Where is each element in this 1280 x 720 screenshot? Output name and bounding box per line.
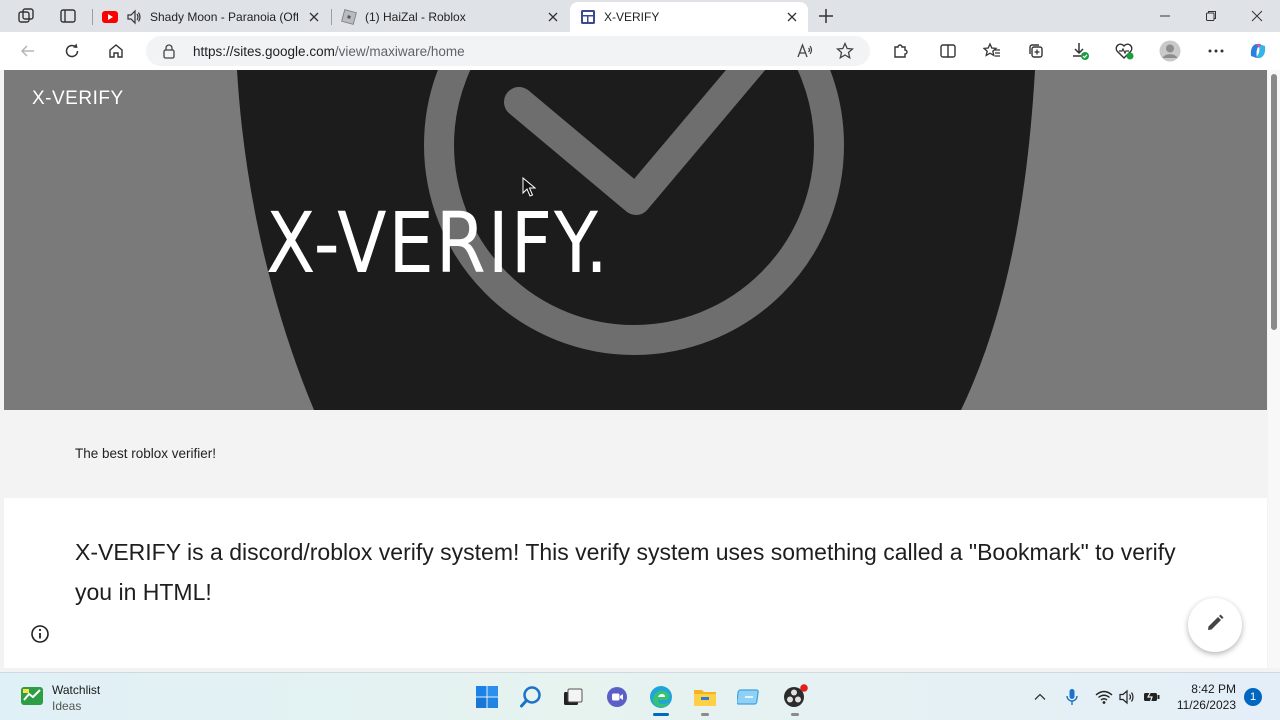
edge-browser-icon[interactable]: [646, 682, 676, 716]
pencil-icon: [1205, 613, 1225, 638]
url-text: https://sites.google.com/view/maxiware/h…: [193, 44, 465, 59]
read-aloud-icon[interactable]: [796, 42, 814, 60]
tagline-section: The best roblox verifier!: [4, 410, 1267, 498]
mouse-cursor-icon: [522, 176, 537, 202]
youtube-icon: [102, 9, 118, 25]
clock-date: 11/26/2023: [1176, 698, 1236, 712]
browser-toolbar: https://sites.google.com/view/maxiware/h…: [0, 32, 1280, 70]
edit-button[interactable]: [1188, 598, 1242, 652]
clock-time: 8:42 PM: [1191, 682, 1236, 696]
hero-title: X-VERIFY.: [266, 194, 610, 292]
info-icon[interactable]: [30, 624, 50, 644]
battery-icon[interactable]: [1142, 687, 1162, 707]
content-section: X-VERIFY is a discord/roblox verify syst…: [4, 498, 1267, 668]
start-icon[interactable]: [472, 682, 502, 712]
close-tab-icon[interactable]: [306, 9, 322, 25]
page-viewport: X-VERIFY X-VERIFY. The best roblox verif…: [4, 70, 1267, 668]
extensions-icon[interactable]: [888, 39, 912, 63]
tagline-text: The best roblox verifier!: [75, 446, 217, 461]
file-explorer-icon[interactable]: [690, 682, 720, 716]
description-paragraph: X-VERIFY is a discord/roblox verify syst…: [75, 539, 1176, 605]
tab-title: X-VERIFY: [604, 10, 660, 24]
wifi-icon[interactable]: [1094, 687, 1114, 707]
back-icon[interactable]: [16, 39, 40, 63]
store-app-icon[interactable]: [734, 682, 764, 712]
url-path: /view/maxiware/home: [334, 44, 465, 59]
close-window-icon[interactable]: [1234, 0, 1280, 32]
scrollbar-thumb[interactable]: [1271, 74, 1277, 330]
refresh-icon[interactable]: [60, 39, 84, 63]
windows-taskbar: Watchlist Ideas 8:42 PM 11/26/2023 1: [0, 672, 1280, 720]
settings-more-icon[interactable]: [1204, 39, 1228, 63]
close-tab-icon[interactable]: [545, 9, 561, 25]
split-screen-icon[interactable]: [936, 39, 960, 63]
running-indicator: [653, 713, 669, 716]
downloads-icon[interactable]: [1068, 39, 1092, 63]
task-view-icon[interactable]: [558, 682, 588, 712]
hero-background-image: [237, 70, 1035, 410]
browser-essentials-icon[interactable]: [1112, 39, 1136, 63]
widget-title: Watchlist: [52, 683, 101, 697]
microphone-icon[interactable]: [1062, 687, 1082, 707]
favorites-icon[interactable]: [980, 39, 1004, 63]
lock-icon[interactable]: [162, 43, 176, 64]
tab-youtube[interactable]: Shady Moon - Paranoia (Off: [94, 2, 330, 32]
tab-strip: Shady Moon - Paranoia (Off (1) HaiZal - …: [0, 0, 1280, 32]
notification-badge[interactable]: 1: [1244, 688, 1262, 706]
volume-icon[interactable]: [1118, 687, 1138, 707]
tab-actions-icon[interactable]: [58, 6, 78, 26]
speaker-icon[interactable]: [126, 9, 142, 25]
search-icon[interactable]: [516, 682, 546, 712]
hero-banner: X-VERIFY X-VERIFY.: [4, 70, 1267, 410]
copilot-icon[interactable]: [1246, 39, 1270, 63]
restore-icon[interactable]: [1188, 0, 1234, 32]
system-clock[interactable]: 8:42 PM 11/26/2023: [1168, 681, 1236, 713]
close-tab-icon[interactable]: [784, 9, 800, 25]
running-indicator: [701, 713, 709, 716]
profile-avatar-icon[interactable]: [1158, 39, 1182, 63]
widget-subtitle: Ideas: [52, 699, 82, 713]
google-sites-icon: [580, 9, 596, 25]
site-name[interactable]: X-VERIFY: [32, 88, 124, 110]
tab-separator: [331, 9, 332, 25]
minimize-icon[interactable]: [1142, 0, 1188, 32]
obs-studio-icon[interactable]: [780, 682, 810, 716]
workspaces-icon[interactable]: [16, 6, 36, 26]
home-icon[interactable]: [104, 39, 128, 63]
tab-separator: [92, 9, 93, 25]
show-hidden-icons-icon[interactable]: [1030, 687, 1050, 707]
page-scrollbar[interactable]: [1268, 70, 1280, 668]
favorite-star-icon[interactable]: [836, 42, 854, 60]
new-tab-icon[interactable]: [816, 6, 836, 26]
stocks-widget-icon[interactable]: [20, 684, 44, 713]
tab-x-verify[interactable]: X-VERIFY: [570, 2, 808, 32]
tab-roblox[interactable]: (1) HaiZal - Roblox: [333, 2, 569, 32]
tab-title: (1) HaiZal - Roblox: [365, 10, 466, 24]
collections-icon[interactable]: [1024, 39, 1048, 63]
url-host: https://sites.google.com: [193, 44, 335, 59]
running-indicator: [791, 713, 799, 716]
tab-title: Shady Moon - Paranoia (Off: [150, 10, 298, 24]
widget-text[interactable]: Watchlist Ideas: [52, 682, 100, 714]
teams-chat-icon[interactable]: [602, 682, 632, 712]
address-bar[interactable]: https://sites.google.com/view/maxiware/h…: [146, 36, 870, 66]
roblox-icon: [341, 9, 357, 25]
